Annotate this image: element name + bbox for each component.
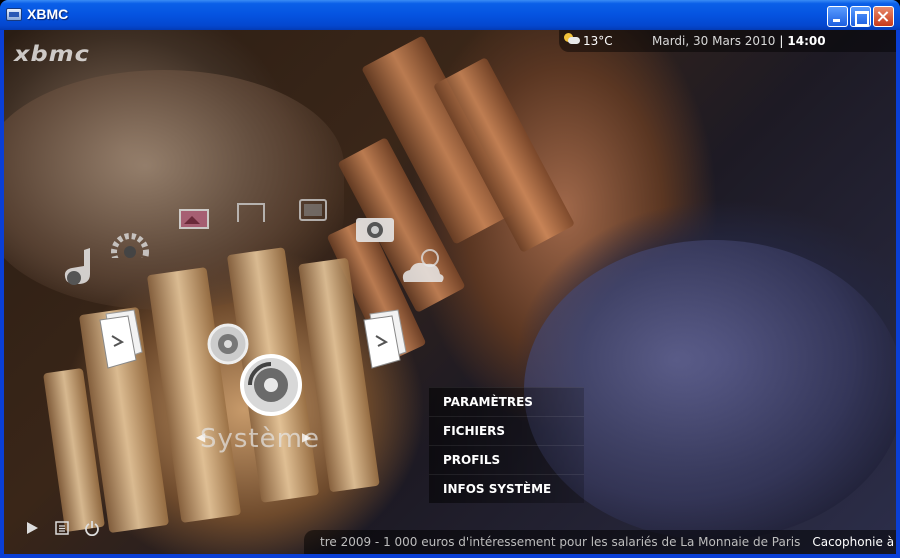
system-icon-selected[interactable] [238, 352, 304, 418]
close-icon [874, 7, 893, 26]
date-time: Mardi, 30 Mars 2010 | 14:00 [652, 34, 826, 48]
temperature: 13°C [583, 34, 613, 48]
video-icon[interactable] [234, 200, 268, 224]
programs-icon[interactable] [360, 308, 412, 370]
date: Mardi, 30 Mars 2010 [652, 34, 776, 48]
ticker-headline: tre 2009 - 1 000 euros d'intéressement p… [320, 535, 801, 549]
window-title: XBMC [27, 6, 69, 22]
play-icon[interactable] [24, 520, 40, 536]
files-icon[interactable] [96, 308, 148, 370]
app-icon[interactable] [6, 8, 22, 21]
xbmc-logo: xbmc [14, 41, 90, 67]
minimize-button[interactable] [827, 6, 848, 27]
time: 14:00 [787, 34, 826, 48]
pictures-icon[interactable] [178, 206, 212, 232]
list-icon[interactable] [54, 520, 70, 536]
submenu-item-profils[interactable]: PROFILS [429, 445, 584, 474]
xbmc-window: XBMC xbmc 13°C Mardi, 30 Mars 2010 | 14:00 [0, 0, 900, 558]
maximize-icon [851, 7, 870, 26]
separator: | [779, 34, 784, 48]
rss-ticker: tre 2009 - 1 000 euros d'intéressement p… [304, 530, 896, 554]
close-button[interactable] [873, 6, 894, 27]
music-icon[interactable] [60, 240, 100, 290]
maximize-button[interactable] [850, 6, 871, 27]
tv-icon[interactable] [298, 198, 330, 224]
camera-icon[interactable] [354, 212, 398, 246]
weather-icon [564, 33, 580, 45]
weather-cloud-icon[interactable] [398, 244, 448, 288]
system-submenu: PARAMÈTRES FICHIERS PROFILS INFOS SYSTÈM… [429, 387, 584, 503]
xbmc-home-screen: xbmc 13°C Mardi, 30 Mars 2010 | 14:00 ◀ … [4, 30, 896, 554]
title-bar[interactable]: XBMC [0, 0, 900, 30]
settings-icon[interactable] [108, 228, 158, 258]
submenu-item-infos-systeme[interactable]: INFOS SYSTÈME [429, 474, 584, 503]
power-icon[interactable] [84, 520, 100, 537]
submenu-item-fichiers[interactable]: FICHIERS [429, 416, 584, 445]
carousel-right-arrow[interactable]: ▶ [302, 430, 311, 444]
minimize-icon [828, 7, 847, 26]
submenu-item-parametres[interactable]: PARAMÈTRES [429, 387, 584, 416]
ticker-headline: Cacophonie à l'UM [812, 535, 896, 549]
